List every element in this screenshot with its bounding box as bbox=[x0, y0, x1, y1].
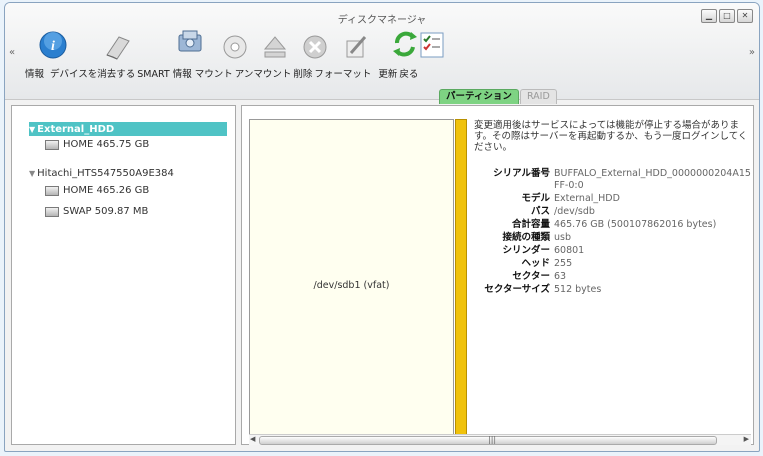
detail-row: セクター 63 bbox=[474, 271, 754, 283]
unmount-icon[interactable] bbox=[263, 36, 287, 58]
horizontal-scrollbar[interactable]: ◀ ||| ▶ bbox=[249, 434, 751, 445]
tree-partition-label: SWAP 509.87 MB bbox=[63, 206, 149, 217]
window-title: ディスクマネージャ bbox=[337, 15, 427, 26]
detail-value: 255 bbox=[554, 258, 573, 269]
delete-icon[interactable] bbox=[303, 35, 327, 59]
detail-row: シリアル番号 BUFFALO_External_HDD_0000000204A1… bbox=[474, 168, 754, 192]
partition-block[interactable]: /dev/sdb1 (vfat) bbox=[249, 119, 454, 437]
detail-row: シリンダー 60801 bbox=[474, 245, 754, 257]
detail-key: パス bbox=[530, 206, 550, 217]
checklist-icon[interactable] bbox=[420, 32, 444, 58]
detail-value: /dev/sdb bbox=[554, 206, 595, 217]
detail-row: ヘッド 255 bbox=[474, 258, 754, 270]
disk-details: シリアル番号 BUFFALO_External_HDD_0000000204A1… bbox=[474, 168, 754, 297]
scrollbar-grip-icon: ||| bbox=[488, 435, 497, 444]
title-toolbar-area: ディスクマネージャ ▁ □ ✕ « » i 情報 デバイスを消去する SMART… bbox=[5, 3, 759, 104]
scroll-left-arrow-icon[interactable]: ◀ bbox=[250, 435, 255, 443]
detail-row: パス /dev/sdb bbox=[474, 206, 754, 218]
toolbar-scroll-right-icon[interactable]: » bbox=[749, 47, 755, 58]
detail-key: セクターサイズ bbox=[484, 284, 550, 295]
maximize-button[interactable]: □ bbox=[719, 9, 735, 23]
detail-key: 合計容量 bbox=[511, 219, 550, 230]
toolbar-info-label[interactable]: 情報 bbox=[25, 66, 44, 80]
detail-value: 60801 bbox=[554, 245, 585, 256]
detail-row: 合計容量 465.76 GB (500107862016 bytes) bbox=[474, 219, 754, 231]
toolbar-refresh-label[interactable]: 更新 bbox=[378, 66, 397, 80]
device-tree: ▼ External_HDD HOME 465.75 GB ▼ Hitachi_… bbox=[11, 105, 236, 445]
detail-row: セクターサイズ 512 bytes bbox=[474, 284, 754, 296]
toolbar-format-label[interactable]: フォーマット bbox=[314, 66, 371, 80]
detail-key: 接続の種類 bbox=[502, 232, 550, 243]
detail-key: シリンダー bbox=[502, 245, 550, 256]
detail-value: BUFFALO_External_HDD_0000000204A15FF-0:0 bbox=[554, 168, 751, 191]
tab-partition[interactable]: パーティション bbox=[439, 89, 519, 104]
tree-partition-label: HOME 465.75 GB bbox=[63, 139, 150, 150]
partition-disk-icon bbox=[45, 185, 59, 196]
partition-disk-icon bbox=[45, 206, 59, 217]
toolbar-smart-label[interactable]: SMART 情報 bbox=[137, 66, 191, 80]
eraser-icon[interactable] bbox=[106, 36, 130, 60]
detail-row: モデル External_HDD bbox=[474, 193, 754, 205]
scroll-right-arrow-icon[interactable]: ▶ bbox=[744, 435, 749, 443]
toolbar-icons: i bbox=[39, 30, 444, 60]
smart-icon[interactable] bbox=[178, 30, 202, 52]
tree-disk-label: Hitachi_HTS547550A9E384 bbox=[37, 168, 174, 179]
tree-partition-label: HOME 465.26 GB bbox=[63, 185, 150, 196]
tab-bar: パーティション RAID bbox=[439, 89, 558, 104]
toolbar-scroll-left-icon[interactable]: « bbox=[9, 47, 15, 58]
close-button[interactable]: ✕ bbox=[737, 9, 753, 23]
toolbar-back-label[interactable]: 戻る bbox=[399, 66, 418, 80]
minimize-button[interactable]: ▁ bbox=[701, 9, 717, 23]
toolbar-mount-label[interactable]: マウント bbox=[195, 66, 233, 80]
refresh-icon[interactable] bbox=[393, 31, 417, 57]
format-icon[interactable] bbox=[346, 36, 367, 58]
partition-disk-icon bbox=[45, 139, 59, 150]
detail-key: モデル bbox=[521, 193, 550, 204]
disk-manager-window: ディスクマネージャ ▁ □ ✕ « » i 情報 デバイスを消去する SMART… bbox=[4, 2, 760, 452]
tree-disk-external[interactable]: ▼ External_HDD bbox=[29, 122, 227, 136]
toolbar-delete-label[interactable]: 削除 bbox=[293, 66, 312, 80]
partition-usage-bar bbox=[455, 119, 467, 437]
window-controls: ▁ □ ✕ bbox=[701, 9, 753, 23]
tree-partition-item[interactable]: HOME 465.75 GB bbox=[45, 139, 149, 150]
detail-key: ヘッド bbox=[521, 258, 550, 269]
svg-text:i: i bbox=[51, 39, 55, 54]
partition-panel: /dev/sdb1 (vfat) 変更適用後はサービスによっては機能が停止する場… bbox=[241, 105, 754, 445]
info-icon[interactable]: i bbox=[39, 31, 67, 59]
partition-label: /dev/sdb1 (vfat) bbox=[313, 280, 390, 291]
tree-disk-hitachi[interactable]: ▼ Hitachi_HTS547550A9E384 bbox=[29, 168, 174, 179]
toolbar-labels: 情報 デバイスを消去する SMART 情報 マウント アンマウント 削除 フォー… bbox=[25, 66, 422, 80]
detail-value: 63 bbox=[554, 271, 567, 282]
detail-row: 接続の種類 usb bbox=[474, 232, 754, 244]
detail-value: 512 bytes bbox=[554, 284, 602, 295]
notice-text: 変更適用後はサービスによっては機能が停止する場合があります。その際はサーバーを再… bbox=[474, 120, 748, 153]
toolbar-unmount-label[interactable]: アンマウント bbox=[235, 66, 292, 80]
detail-key: セクター bbox=[512, 271, 550, 282]
tab-raid[interactable]: RAID bbox=[519, 89, 557, 104]
detail-value: 465.76 GB (500107862016 bytes) bbox=[554, 219, 717, 230]
tree-disk-label: External_HDD bbox=[37, 123, 115, 135]
detail-value: usb bbox=[554, 232, 572, 243]
scrollbar-thumb[interactable]: ||| bbox=[259, 435, 717, 445]
mount-icon[interactable] bbox=[223, 35, 247, 59]
tree-partition-item[interactable]: HOME 465.26 GB bbox=[45, 185, 149, 196]
detail-value: External_HDD bbox=[554, 193, 620, 204]
detail-key: シリアル番号 bbox=[493, 168, 550, 179]
expand-triangle-icon[interactable]: ▼ bbox=[29, 169, 35, 178]
expand-triangle-icon[interactable]: ▼ bbox=[29, 125, 35, 134]
tree-partition-item[interactable]: SWAP 509.87 MB bbox=[45, 206, 148, 217]
toolbar-erase-label[interactable]: デバイスを消去する bbox=[50, 66, 135, 80]
